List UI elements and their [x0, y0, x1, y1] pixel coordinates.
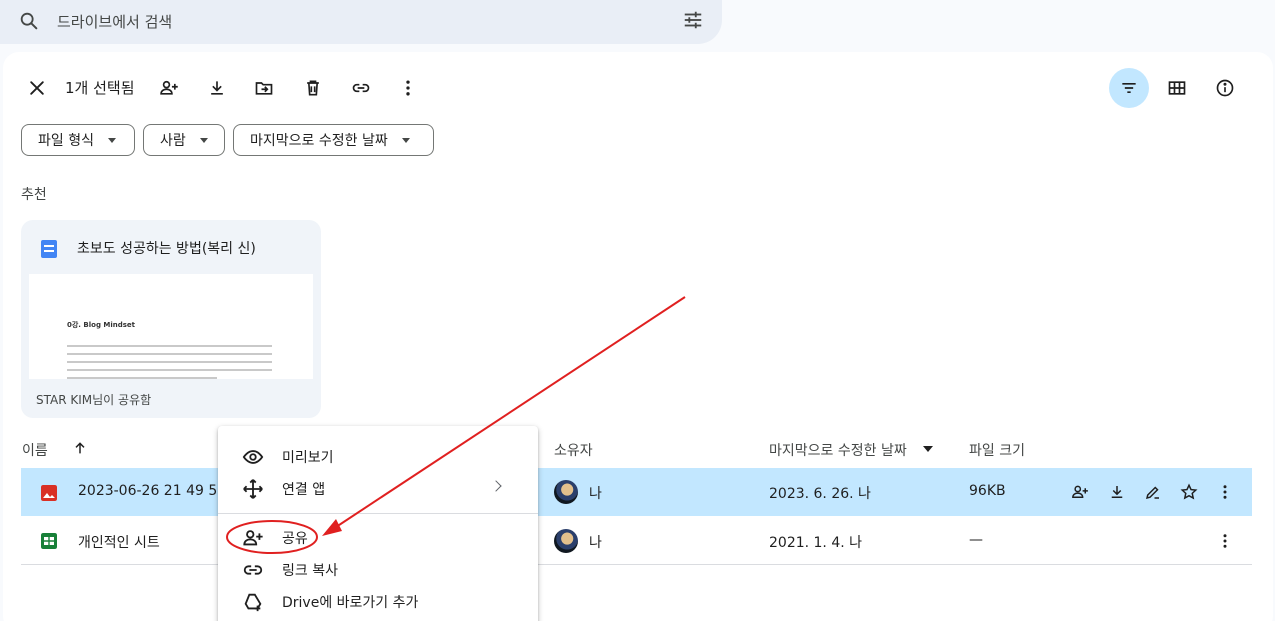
- search-input[interactable]: 드라이브에서 검색: [57, 11, 172, 32]
- search-options-icon[interactable]: [682, 9, 704, 31]
- download-icon: [211, 81, 223, 95]
- open-with-icon: [243, 479, 263, 499]
- thumbnail-text-line: [67, 361, 272, 363]
- sheets-file-icon: [41, 533, 57, 549]
- modified-date: 2021. 1. 4. 나: [769, 535, 863, 551]
- grid-icon: [1168, 81, 1186, 95]
- owner-name: 나: [589, 486, 602, 502]
- menu-divider: [218, 513, 538, 514]
- owner-name: 나: [589, 535, 602, 551]
- chevron-right-icon: [490, 480, 502, 492]
- download-button[interactable]: [205, 76, 229, 100]
- column-header-owner[interactable]: 소유자: [554, 440, 593, 460]
- thumbnail-heading: 0강. Blog Mindset: [67, 321, 136, 329]
- folder-move-icon: [255, 82, 273, 95]
- column-header-name[interactable]: 이름: [22, 440, 48, 460]
- suggested-file-card[interactable]: 초보도 성공하는 방법(복리 신) 0강. Blog Mindset STAR …: [21, 220, 321, 418]
- menu-item-label: 링크 복사: [282, 563, 338, 579]
- info-icon: [1216, 79, 1234, 97]
- modified-filter-chip[interactable]: 마지막으로 수정한 날짜: [233, 124, 434, 156]
- search-icon[interactable]: [18, 10, 40, 32]
- link-icon: [352, 83, 370, 93]
- menu-item-share[interactable]: 공유: [218, 521, 538, 553]
- download-icon[interactable]: [1108, 483, 1126, 501]
- file-size: 96KB: [969, 483, 1006, 499]
- modified-date: 2023. 6. 26. 나: [769, 486, 871, 502]
- file-table-header: 이름 소유자 마지막으로 수정한 날짜 파일 크기: [21, 432, 1251, 468]
- file-type-filter-chip[interactable]: 파일 형식: [21, 124, 135, 156]
- close-icon[interactable]: [27, 78, 47, 98]
- thumbnail-text-line: [67, 353, 272, 355]
- file-size: —: [969, 532, 983, 548]
- sort-dropdown-icon[interactable]: [923, 446, 933, 452]
- menu-item-open-with[interactable]: 연결 앱: [218, 472, 538, 504]
- thumbnail-text-line: [67, 377, 217, 379]
- chip-label: 마지막으로 수정한 날짜: [250, 133, 388, 149]
- people-filter-chip[interactable]: 사람: [143, 124, 225, 156]
- thumbnail-text-line: [67, 369, 272, 371]
- share-button[interactable]: [157, 76, 181, 100]
- table-row[interactable]: 개인적인 시트 나 2021. 1. 4. 나 —: [21, 517, 1252, 565]
- star-icon[interactable]: [1180, 483, 1198, 501]
- chip-label: 파일 형식: [38, 133, 94, 149]
- document-thumbnail: 0강. Blog Mindset: [29, 274, 313, 379]
- filter-toggle-button[interactable]: [1109, 68, 1149, 108]
- table-row[interactable]: 2023-06-26 21 49 50. 나 2023. 6. 26. 나 96…: [21, 468, 1252, 516]
- image-file-icon: [41, 485, 57, 501]
- filter-icon: [1122, 83, 1136, 93]
- suggested-heading: 추천: [21, 187, 47, 203]
- menu-item-add-shortcut[interactable]: Drive에 바로가기 추가: [218, 585, 538, 617]
- more-vert-icon: [406, 80, 410, 96]
- chevron-down-icon: [107, 137, 116, 143]
- person-add-icon: [243, 530, 263, 546]
- chevron-down-icon: [401, 137, 410, 143]
- rename-icon[interactable]: [1144, 483, 1162, 501]
- card-shared-by: STAR KIM님이 공유함: [36, 393, 152, 407]
- selected-count: 1개 선택됨: [65, 79, 135, 97]
- trash-icon: [307, 80, 319, 96]
- sort-ascending-icon[interactable]: [72, 440, 88, 456]
- menu-item-label: 공유: [282, 531, 308, 547]
- more-vert-icon[interactable]: [1216, 483, 1234, 501]
- chevron-down-icon: [199, 137, 208, 143]
- menu-item-label: Drive에 바로가기 추가: [282, 595, 419, 611]
- menu-item-label: 미리보기: [282, 450, 334, 466]
- thumbnail-text-line: [67, 345, 272, 347]
- card-title: 초보도 성공하는 방법(복리 신): [77, 241, 256, 257]
- menu-item-label: 연결 앱: [282, 482, 326, 498]
- file-name: 2023-06-26 21 49 50.: [78, 483, 231, 499]
- move-button[interactable]: [252, 76, 276, 100]
- copy-link-button[interactable]: [349, 76, 373, 100]
- person-add-icon[interactable]: [1071, 483, 1089, 501]
- person-add-icon: [160, 80, 178, 95]
- more-vert-icon[interactable]: [1216, 532, 1234, 550]
- owner-avatar: [554, 480, 578, 504]
- context-menu: 미리보기 연결 앱 공유 링크 복사 Drive에 바로가기 추가: [218, 426, 538, 621]
- owner-avatar: [554, 529, 578, 553]
- main-panel: 1개 선택됨 파일 형식 사람 마지막으로 수정한 날짜 추천 초보도 성공하는…: [3, 52, 1273, 621]
- menu-item-copy-link[interactable]: 링크 복사: [218, 553, 538, 585]
- search-bar[interactable]: 드라이브에서 검색: [0, 0, 722, 44]
- file-name: 개인적인 시트: [78, 535, 160, 551]
- menu-item-preview[interactable]: 미리보기: [218, 440, 538, 472]
- column-header-modified[interactable]: 마지막으로 수정한 날짜: [769, 440, 907, 460]
- details-button[interactable]: [1213, 76, 1237, 100]
- add-shortcut-icon: [244, 593, 262, 612]
- delete-button[interactable]: [301, 76, 325, 100]
- column-header-size[interactable]: 파일 크기: [969, 440, 1025, 460]
- more-actions-button[interactable]: [396, 76, 420, 100]
- google-doc-icon: [41, 240, 57, 258]
- eye-icon: [242, 450, 264, 464]
- grid-view-button[interactable]: [1165, 76, 1189, 100]
- link-icon: [243, 565, 263, 575]
- chip-label: 사람: [160, 133, 186, 149]
